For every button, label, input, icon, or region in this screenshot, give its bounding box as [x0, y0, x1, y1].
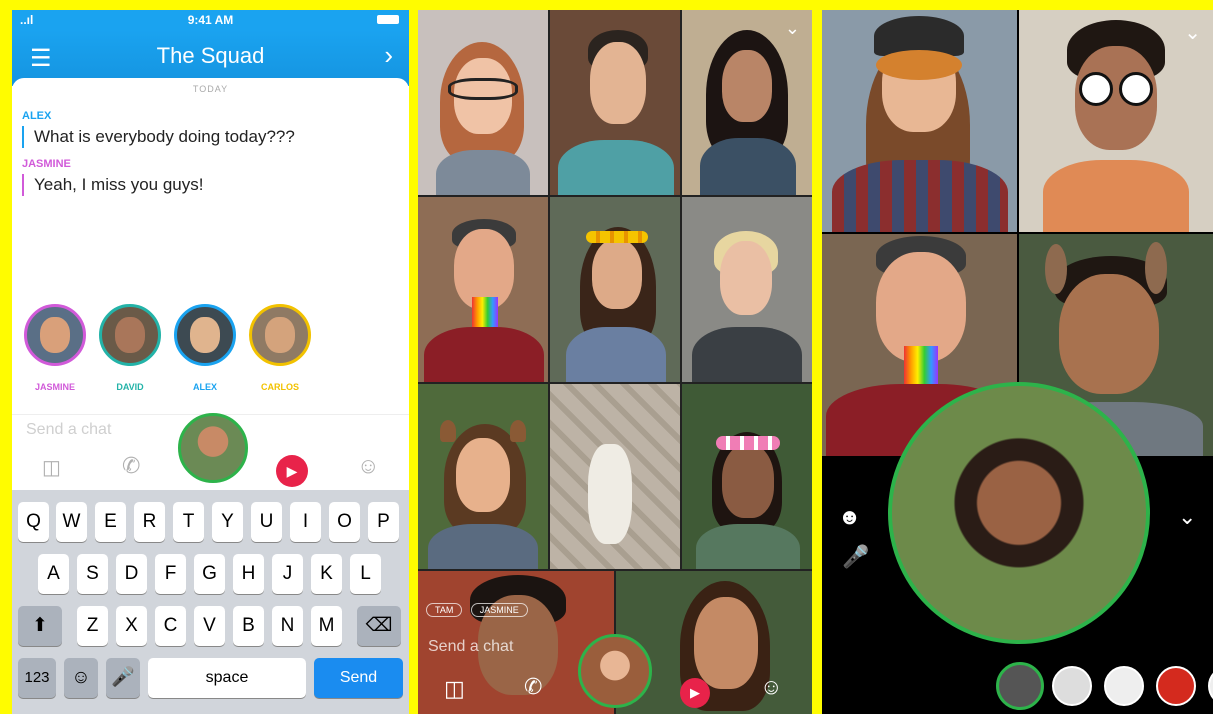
key-l[interactable]: L: [350, 554, 381, 594]
memories-icon[interactable]: ◫: [42, 455, 61, 480]
sunglasses-lens-icon[interactable]: [1104, 666, 1144, 706]
self-video-preview: [888, 382, 1150, 644]
participant-tag: JASMINE: [470, 603, 528, 617]
key-g[interactable]: G: [194, 554, 225, 594]
message-item: JASMINE Yeah, I miss you guys!: [22, 158, 203, 196]
chat-composer: Send a chat ◫ ✆ ▶ ☺: [12, 413, 409, 491]
chevron-down-icon[interactable]: ⌄: [1184, 20, 1201, 45]
video-call-icon[interactable]: ▶: [276, 455, 308, 487]
key-f[interactable]: F: [155, 554, 186, 594]
participant-avatar-carlos[interactable]: [249, 304, 311, 366]
key-x[interactable]: X: [116, 606, 147, 646]
participant-avatar-david[interactable]: [99, 304, 161, 366]
shift-key-icon[interactable]: ⬆: [18, 606, 62, 646]
key-m[interactable]: M: [311, 606, 342, 646]
key-i[interactable]: I: [290, 502, 321, 542]
lens-icon[interactable]: [1208, 666, 1213, 706]
chat-title: The Squad: [156, 43, 265, 68]
video-tile[interactable]: [682, 197, 812, 382]
video-tile[interactable]: [550, 197, 680, 382]
key-b[interactable]: B: [233, 606, 264, 646]
participant-name: CARLOS: [261, 382, 299, 392]
tomato-lens-icon[interactable]: [1156, 666, 1196, 706]
memories-icon[interactable]: ◫: [444, 676, 465, 702]
flip-camera-icon[interactable]: ☻: [838, 504, 861, 530]
participant-name: ALEX: [192, 382, 217, 392]
key-a[interactable]: A: [38, 554, 69, 594]
participant-avatar-alex[interactable]: [174, 304, 236, 366]
key-v[interactable]: V: [194, 606, 225, 646]
message-item: ALEX What is everybody doing today???: [22, 110, 295, 148]
key-h[interactable]: H: [233, 554, 264, 594]
status-bar: ..ıl 9:41 AM: [12, 10, 409, 30]
message-text: What is everybody doing today???: [22, 126, 295, 148]
video-tile[interactable]: ⌄: [682, 10, 812, 195]
send-key[interactable]: Send: [314, 658, 403, 698]
send-chat-input[interactable]: Send a chat: [428, 638, 513, 656]
self-video-preview[interactable]: [178, 413, 248, 483]
date-separator: TODAY: [192, 84, 229, 94]
chevron-down-icon[interactable]: ⌄: [1178, 504, 1196, 530]
key-w[interactable]: W: [56, 502, 87, 542]
key-r[interactable]: R: [134, 502, 165, 542]
phone-icon[interactable]: ✆: [524, 674, 542, 700]
chevron-right-icon[interactable]: ›: [384, 40, 393, 71]
video-tile[interactable]: [418, 10, 548, 195]
key-o[interactable]: O: [329, 502, 360, 542]
video-tile[interactable]: [550, 384, 680, 569]
video-tile[interactable]: [418, 384, 548, 569]
self-video-preview[interactable]: [578, 634, 652, 708]
message-author: JASMINE: [22, 158, 71, 170]
dog-lens-icon[interactable]: [1052, 666, 1092, 706]
key-e[interactable]: E: [95, 502, 126, 542]
battery-icon: [377, 15, 399, 24]
video-tile[interactable]: [418, 197, 548, 382]
participant-name: JASMINE: [34, 382, 75, 392]
message-text: Yeah, I miss you guys!: [22, 174, 203, 196]
key-k[interactable]: K: [311, 554, 342, 594]
key-s[interactable]: S: [77, 554, 108, 594]
key-n[interactable]: N: [272, 606, 303, 646]
message-author: ALEX: [22, 110, 52, 122]
video-tile[interactable]: [822, 10, 1017, 232]
status-time: 9:41 AM: [187, 13, 234, 27]
video-tile[interactable]: [550, 10, 680, 195]
participant-name: DAVID: [116, 382, 144, 392]
participant-tag: TAM: [426, 603, 463, 617]
key-z[interactable]: Z: [77, 606, 108, 646]
video-tile[interactable]: ⌄: [1019, 10, 1213, 232]
key-t[interactable]: T: [173, 502, 204, 542]
key-j[interactable]: J: [272, 554, 303, 594]
key-p[interactable]: P: [368, 502, 399, 542]
key-c[interactable]: C: [155, 606, 186, 646]
phone-icon[interactable]: ✆: [122, 453, 140, 479]
emoji-icon[interactable]: ☺: [357, 453, 379, 479]
key-q[interactable]: Q: [18, 502, 49, 542]
numbers-key[interactable]: 123: [18, 658, 56, 698]
group-tags: TAM JASMINE: [426, 600, 528, 618]
dictation-key-icon[interactable]: 🎤: [106, 658, 140, 698]
key-d[interactable]: D: [116, 554, 147, 594]
microphone-icon[interactable]: 🎤: [842, 544, 869, 570]
video-tile[interactable]: [616, 571, 812, 714]
emoji-key-icon[interactable]: ☺: [64, 658, 98, 698]
video-tile[interactable]: [682, 384, 812, 569]
capture-button[interactable]: [996, 662, 1044, 710]
key-y[interactable]: Y: [212, 502, 243, 542]
backspace-key-icon[interactable]: ⌫: [357, 606, 401, 646]
chevron-down-icon[interactable]: ⌄: [785, 18, 800, 39]
chat-screen: ..ıl 9:41 AM ☰ The Squad › TODAY ALEX Wh…: [12, 10, 409, 714]
emoji-icon[interactable]: ☺: [760, 674, 782, 700]
chat-messages-panel: TODAY ALEX What is everybody doing today…: [12, 78, 409, 412]
space-key[interactable]: space: [148, 658, 306, 698]
key-u[interactable]: U: [251, 502, 282, 542]
group-video-grid: ⌄ TAM JASMINE Send a chat ◫ ✆ ▶ ☺: [418, 10, 812, 714]
video-call-screen: ⌄ ☻ 🎤 ⌄: [822, 10, 1213, 714]
keyboard: Q W E R T Y U I O P A S D F G H J K L ⬆ …: [12, 490, 409, 714]
participant-avatar-jasmine[interactable]: [24, 304, 86, 366]
send-chat-input[interactable]: Send a chat: [26, 421, 111, 439]
video-call-icon[interactable]: ▶: [680, 678, 710, 708]
